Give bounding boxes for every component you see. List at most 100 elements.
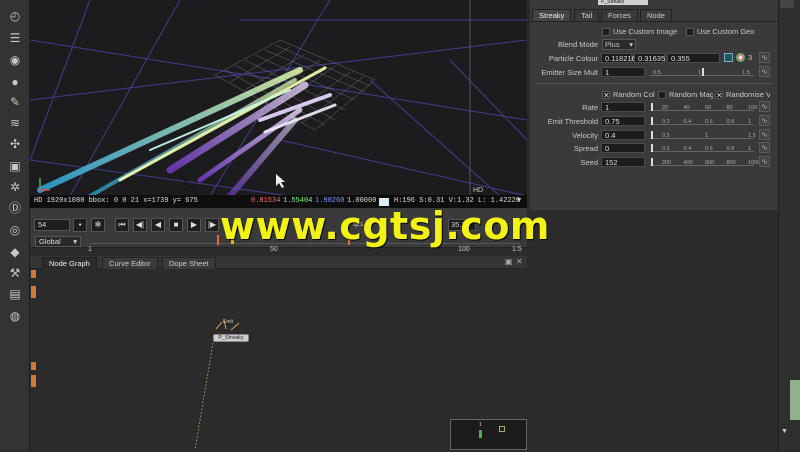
scroll-up-button[interactable]: [780, 0, 794, 8]
help-icon[interactable]: ◍: [7, 308, 23, 324]
chevron-down-icon: ▾: [73, 237, 77, 246]
eye-icon[interactable]: ◎: [7, 222, 23, 238]
particle-colour-g[interactable]: 0.31635: [634, 53, 665, 63]
tab-curve-editor[interactable]: Curve Editor: [102, 257, 158, 269]
play-fwd-button[interactable]: ▶: [187, 218, 201, 232]
param-field[interactable]: 0.75: [601, 116, 645, 126]
slider-handle[interactable]: [651, 158, 653, 166]
slider-tick: 1.5: [742, 70, 750, 76]
range-value: Global: [39, 237, 61, 246]
slider-handle[interactable]: [651, 117, 653, 125]
particle-colour-label: Particle Colour: [548, 54, 598, 63]
random-mag-checkbox[interactable]: [658, 91, 666, 99]
sphere-icon[interactable]: ●: [7, 74, 23, 90]
slider-tick: 0.6: [705, 119, 713, 125]
range-select[interactable]: Global ▾: [35, 236, 81, 247]
tab-node-graph[interactable]: Node Graph: [42, 257, 97, 269]
close-icon[interactable]: ✕: [516, 257, 523, 266]
curve-icon[interactable]: ∿: [759, 142, 770, 153]
tab-tail[interactable]: Tail: [574, 9, 600, 21]
curve-icon[interactable]: ∿: [759, 66, 770, 77]
deep-icon[interactable]: Ⓓ: [7, 200, 23, 216]
frame-field[interactable]: 54: [34, 219, 70, 231]
use-custom-image-checkbox[interactable]: [602, 28, 610, 36]
cube-icon[interactable]: ▣: [7, 158, 23, 174]
blend-mode-select[interactable]: Plus ▾: [602, 39, 636, 50]
random-col-checkbox[interactable]: ✕: [602, 91, 610, 100]
particles-icon[interactable]: ✲: [7, 179, 23, 195]
param-slider[interactable]: 0.2 0.4 0.6 0.8 1: [650, 115, 754, 125]
prev-key-button[interactable]: ◀|: [133, 218, 147, 232]
slider-tick: 1: [748, 119, 752, 125]
tick-1: 1: [88, 246, 92, 253]
curve-icon[interactable]: ∿: [759, 129, 770, 140]
particle-colour-b[interactable]: 0.355: [667, 53, 720, 63]
slider-tick: 100: [748, 105, 758, 111]
param-slider[interactable]: 0.5 1 1.5: [650, 129, 756, 139]
minimap[interactable]: 1: [450, 419, 527, 450]
param-slider[interactable]: 20 40 60 80 100: [650, 101, 758, 111]
colour-wheel-icon[interactable]: [736, 53, 745, 62]
slider-handle[interactable]: [651, 131, 653, 139]
param-field[interactable]: 1: [601, 102, 645, 112]
param-field[interactable]: 152: [601, 157, 645, 167]
viewer-time-icon[interactable]: ◴: [7, 8, 23, 24]
snap-icon[interactable]: ✻: [91, 218, 105, 232]
emitter-size-field[interactable]: 1: [601, 67, 645, 77]
move-icon[interactable]: ✣: [7, 136, 23, 152]
viewer[interactable]: HD: [30, 0, 527, 196]
offscreen-node-marker: [31, 286, 36, 298]
curve-icon[interactable]: ∿: [759, 101, 770, 112]
tag-icon[interactable]: ◆: [7, 244, 23, 260]
scroll-down-icon[interactable]: ▼: [781, 428, 788, 435]
tab-node[interactable]: Node: [640, 9, 672, 21]
slider-tick: 600: [705, 160, 715, 166]
slider-tick: 0.5: [653, 70, 661, 76]
offscreen-node-marker: [31, 270, 36, 278]
play-back-button[interactable]: ◀: [151, 218, 165, 232]
randomise-v-checkbox[interactable]: ✕: [715, 91, 723, 100]
particle-colour-r[interactable]: 0.118216: [601, 53, 636, 63]
curve-icon[interactable]: ∿: [759, 115, 770, 126]
tab-streaky[interactable]: Streaky: [532, 9, 572, 21]
minimap-node: [499, 426, 505, 432]
viewer-3d-scene: [30, 0, 527, 196]
float-panel-icon[interactable]: ▣: [505, 257, 513, 266]
node-name-field[interactable]: P_Streaky: [598, 0, 648, 5]
random-col-label: Random Col: [613, 90, 655, 99]
colour-swatch[interactable]: [724, 53, 733, 62]
menu-icon[interactable]: ☰: [7, 30, 23, 46]
color-icon[interactable]: ◉: [7, 52, 23, 68]
stack-icon[interactable]: ▤: [7, 286, 23, 302]
skip-start-button[interactable]: ⏮: [115, 218, 129, 232]
use-custom-geo-checkbox[interactable]: [686, 28, 694, 36]
stop-button[interactable]: ■: [169, 218, 183, 232]
tab-dope-sheet[interactable]: Dope Sheet: [162, 257, 216, 269]
wrench-icon[interactable]: ⚒: [7, 265, 23, 281]
lock-icon[interactable]: ▪: [73, 218, 87, 232]
offscreen-node-marker: [31, 375, 36, 387]
param-slider[interactable]: 200 400 600 800 1000: [650, 156, 760, 166]
curve-icon[interactable]: ∿: [759, 156, 770, 167]
paint-icon[interactable]: ✎: [7, 94, 23, 110]
slider-handle[interactable]: [702, 68, 704, 76]
slider-tick: 1: [698, 70, 702, 76]
curve-icon[interactable]: ∿: [759, 52, 770, 63]
param-field[interactable]: 0: [601, 143, 645, 153]
chevron-down-icon: ▾: [629, 40, 633, 49]
slider-handle[interactable]: [651, 144, 653, 152]
slider-tick: 0.6: [705, 146, 713, 152]
p-streaky-node[interactable]: P_Streaky: [213, 334, 249, 342]
tab-forces[interactable]: Forces: [601, 9, 638, 21]
param-slider[interactable]: 0.2 0.4 0.6 0.8 1: [650, 142, 754, 152]
blend-mode-label: Blend Mode: [557, 40, 598, 49]
slider-handle[interactable]: [651, 103, 653, 111]
slider-tick: 0.8: [726, 146, 735, 152]
emitter-size-slider[interactable]: 0.5 1 1.5: [650, 66, 754, 76]
watermark-text: www.cgtsj.com: [220, 204, 551, 248]
node-graph[interactable]: Emit P_Streaky 1: [30, 269, 527, 451]
layers-icon[interactable]: ≋: [7, 115, 23, 131]
slider-tick: 1.5: [748, 133, 756, 139]
param-field[interactable]: 0.4: [601, 130, 645, 140]
next-key-button[interactable]: |▶: [205, 218, 219, 232]
